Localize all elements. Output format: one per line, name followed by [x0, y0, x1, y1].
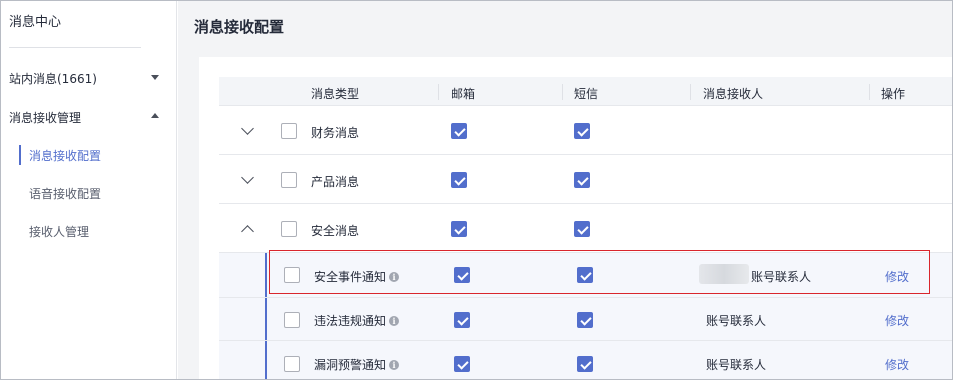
table-subrow-violation: 违法违规通知 i 账号联系人 修改 [219, 298, 952, 341]
chevron-down-icon[interactable] [241, 122, 254, 135]
row-select-checkbox[interactable] [281, 123, 297, 139]
column-header-email: 邮箱 [451, 87, 476, 101]
column-separator [562, 84, 563, 100]
row-select-checkbox[interactable] [281, 172, 297, 188]
sidebar-title: 消息中心 [9, 15, 62, 30]
column-header-recipient: 消息接收人 [703, 87, 764, 101]
row-type-name: 产品消息 [311, 175, 360, 189]
column-separator [869, 84, 870, 100]
column-separator [438, 84, 439, 100]
info-icon[interactable]: i [389, 272, 400, 282]
sms-checkbox[interactable] [574, 123, 590, 139]
main-content: 消息接收配置 消息类型 邮箱 短信 消息接收人 操作 财务消息 产品消息 安全消… [178, 1, 952, 379]
email-checkbox[interactable] [454, 356, 470, 372]
info-icon[interactable]: i [389, 360, 400, 370]
email-checkbox[interactable] [451, 172, 467, 188]
sidebar-item-voice-config[interactable]: 语音接收配置 [29, 185, 101, 202]
sms-checkbox[interactable] [577, 267, 593, 283]
app-window: 消息中心 站内消息(1661) 消息接收管理 消息接收配置 语音接收配置 接收人… [0, 0, 953, 380]
subrow-recipient: 账号联系人 [751, 270, 812, 284]
active-item-indicator [19, 145, 21, 165]
row-select-checkbox[interactable] [284, 312, 300, 328]
table-row-finance: 财务消息 [219, 106, 952, 155]
row-type-name: 安全消息 [311, 224, 360, 238]
table-row-product: 产品消息 [219, 155, 952, 204]
subrow-recipient: 账号联系人 [706, 358, 767, 372]
config-card: 消息类型 邮箱 短信 消息接收人 操作 财务消息 产品消息 安全消息 安全事件通… [199, 57, 952, 379]
table-subrow-security-event: 安全事件通知 i 账号联系人 修改 [219, 253, 952, 298]
sidebar-group-site-messages[interactable]: 站内消息(1661) [9, 70, 97, 87]
modify-link[interactable]: 修改 [885, 356, 909, 373]
subrow-type-name: 违法违规通知 i [314, 312, 400, 329]
redacted-recipient [699, 264, 749, 284]
table-row-security: 安全消息 [219, 204, 952, 253]
subrow-type-name: 安全事件通知 i [314, 268, 400, 285]
column-separator [690, 84, 691, 100]
page-title: 消息接收配置 [194, 18, 285, 36]
sms-checkbox[interactable] [577, 356, 593, 372]
email-checkbox[interactable] [451, 221, 467, 237]
email-checkbox[interactable] [454, 312, 470, 328]
info-icon[interactable]: i [389, 316, 400, 326]
subrow-type-name: 漏洞预警通知 i [314, 356, 400, 373]
row-select-checkbox[interactable] [284, 267, 300, 283]
column-header-action: 操作 [881, 87, 906, 101]
sidebar-item-receive-config[interactable]: 消息接收配置 [29, 147, 101, 164]
email-checkbox[interactable] [454, 267, 470, 283]
row-select-checkbox[interactable] [281, 221, 297, 237]
sms-checkbox[interactable] [574, 221, 590, 237]
subrow-recipient: 账号联系人 [706, 314, 767, 328]
chevron-up-icon[interactable] [151, 113, 159, 118]
email-checkbox[interactable] [451, 123, 467, 139]
sidebar-item-recipient-management[interactable]: 接收人管理 [29, 223, 89, 240]
sidebar: 消息中心 站内消息(1661) 消息接收管理 消息接收配置 语音接收配置 接收人… [1, 1, 177, 379]
sidebar-group-receive-management[interactable]: 消息接收管理 [9, 109, 81, 126]
subrow-indicator [265, 298, 267, 340]
subrow-indicator [265, 253, 267, 297]
sidebar-divider [9, 47, 141, 48]
row-select-checkbox[interactable] [284, 356, 300, 372]
column-header-type: 消息类型 [311, 87, 360, 101]
chevron-down-icon[interactable] [151, 75, 159, 80]
chevron-down-icon[interactable] [241, 171, 254, 184]
sms-checkbox[interactable] [577, 312, 593, 328]
sms-checkbox[interactable] [574, 172, 590, 188]
column-header-sms: 短信 [574, 87, 599, 101]
modify-link[interactable]: 修改 [885, 268, 909, 285]
table-header: 消息类型 邮箱 短信 消息接收人 操作 [219, 77, 952, 106]
row-type-name: 财务消息 [311, 126, 360, 140]
modify-link[interactable]: 修改 [885, 312, 909, 329]
chevron-up-icon[interactable] [241, 225, 254, 238]
table-subrow-vulnerability: 漏洞预警通知 i 账号联系人 修改 [219, 341, 952, 379]
subrow-indicator [265, 341, 267, 379]
